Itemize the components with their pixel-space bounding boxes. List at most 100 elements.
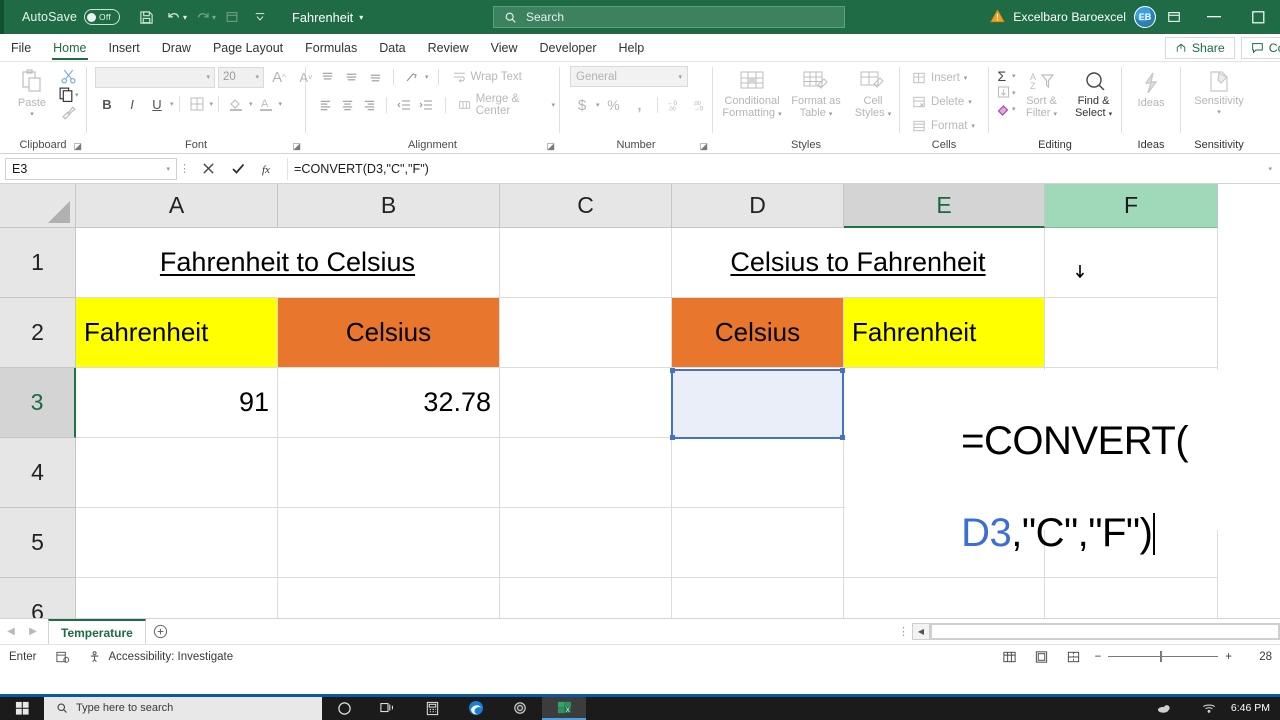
horizontal-scrollbar-thumb[interactable] (931, 624, 1279, 639)
cell-editor-e3[interactable]: =CONVERT( D3,"C","F") (845, 370, 1270, 555)
task-view-icon[interactable] (366, 696, 410, 720)
row-header-4[interactable]: 4 (0, 438, 76, 508)
zoom-level-label[interactable]: 28 (1242, 651, 1272, 663)
calculator-icon[interactable] (410, 696, 454, 720)
italic-button[interactable]: I (120, 93, 144, 115)
cell-f2[interactable] (1045, 298, 1218, 368)
ribbon-display-options-icon[interactable] (1156, 0, 1192, 34)
cell-b2[interactable]: Celsius (278, 298, 500, 368)
scroll-left-button[interactable]: ◀ (912, 623, 930, 640)
name-box-caret[interactable]: ▾ (166, 165, 170, 173)
cell-d6[interactable] (672, 578, 844, 618)
cell-d2[interactable]: Celsius (672, 298, 844, 368)
select-all-corner[interactable] (0, 184, 76, 228)
column-header-f[interactable]: F (1045, 184, 1218, 228)
cell-f1[interactable] (1045, 228, 1218, 298)
accessibility-status[interactable]: Accessibility: Investigate (79, 650, 243, 664)
maximize-icon[interactable] (1236, 0, 1280, 34)
network-icon[interactable] (1187, 696, 1231, 720)
zoom-out-button[interactable]: − (1095, 651, 1102, 663)
autosave-control[interactable]: AutoSave Off (22, 9, 121, 25)
edge-browser-icon[interactable] (454, 696, 498, 720)
previous-sheet-icon[interactable]: ◀ (0, 626, 22, 637)
windows-start-icon[interactable] (0, 701, 44, 716)
cell-a4[interactable] (76, 438, 278, 508)
tab-review[interactable]: Review (417, 35, 480, 61)
document-title-caret[interactable]: ▾ (359, 13, 363, 22)
minimize-icon[interactable] (1192, 0, 1236, 34)
confirm-check-icon[interactable] (223, 157, 253, 181)
cortana-icon[interactable] (322, 696, 366, 720)
font-dialog-launcher[interactable]: ◪ (292, 139, 301, 153)
formula-input[interactable]: =CONVERT(D3,"C","F") (287, 157, 1262, 180)
font-size-caret[interactable]: ▾ (255, 73, 259, 81)
column-header-e[interactable]: E (844, 184, 1045, 228)
copy-button[interactable]: ▾ (58, 86, 79, 103)
record-macro-icon[interactable] (46, 650, 79, 664)
cell-c3[interactable] (500, 368, 672, 438)
cell-f6[interactable] (1045, 578, 1218, 618)
warning-icon[interactable] (990, 8, 1005, 26)
autosum-button[interactable]: Σ ▾ (995, 68, 1016, 84)
column-header-c[interactable]: C (500, 184, 672, 228)
cell-a1[interactable]: Fahrenheit to Celsius (76, 228, 500, 298)
tab-draw[interactable]: Draw (151, 35, 202, 61)
cell-c1[interactable] (500, 228, 672, 298)
autosave-toggle[interactable]: Off (84, 9, 121, 25)
column-header-d[interactable]: D (672, 184, 844, 228)
weather-icon[interactable] (1143, 696, 1187, 720)
cell-d3[interactable] (672, 368, 844, 438)
tab-view[interactable]: View (480, 35, 529, 61)
cell-c5[interactable] (500, 508, 672, 578)
font-name-input[interactable]: ▾ (95, 66, 215, 88)
avatar[interactable]: EB (1134, 6, 1156, 28)
excel-app-icon[interactable]: X (542, 696, 586, 720)
underline-caret[interactable]: ▾ (170, 100, 174, 108)
comments-button[interactable]: Comment (1240, 37, 1280, 59)
cell-a3[interactable]: 91 (76, 368, 278, 438)
tab-file[interactable]: File (0, 35, 42, 61)
taskbar-clock[interactable]: 6:46 PM (1231, 702, 1280, 714)
tab-formulas[interactable]: Formulas (294, 35, 368, 61)
cell-b4[interactable] (278, 438, 500, 508)
cell-d5[interactable] (672, 508, 844, 578)
tab-page-layout[interactable]: Page Layout (202, 35, 294, 61)
find-select-button[interactable]: Find & Select ▾ (1068, 66, 1120, 121)
bold-button[interactable]: B (95, 93, 119, 115)
cell-b3[interactable]: 32.78 (278, 368, 500, 438)
tab-developer[interactable]: Developer (529, 35, 608, 61)
zoom-thumb[interactable] (1160, 651, 1163, 662)
tab-insert[interactable]: Insert (98, 35, 151, 61)
zoom-in-button[interactable]: + (1225, 651, 1232, 663)
share-button[interactable]: Share (1164, 37, 1235, 59)
cell-a6[interactable] (76, 578, 278, 618)
font-size-input[interactable]: 20 ▾ (218, 66, 264, 88)
horizontal-scrollbar[interactable] (930, 623, 1280, 640)
row-header-1[interactable]: 1 (0, 228, 76, 298)
cell-e2[interactable]: Fahrenheit (844, 298, 1045, 368)
cell-d1[interactable]: Celsius to Fahrenheit (672, 228, 1045, 298)
column-header-a[interactable]: A (76, 184, 278, 228)
document-title[interactable]: Fahrenheit ▾ (292, 10, 363, 25)
next-sheet-icon[interactable]: ▶ (22, 626, 44, 637)
column-header-b[interactable]: B (278, 184, 500, 228)
cell-a5[interactable] (76, 508, 278, 578)
zoom-track[interactable] (1108, 651, 1219, 662)
cell-a2[interactable]: Fahrenheit (76, 298, 278, 368)
cell-b5[interactable] (278, 508, 500, 578)
cell-c6[interactable] (500, 578, 672, 618)
clipboard-dialog-launcher[interactable]: ◪ (73, 139, 82, 153)
row-header-5[interactable]: 5 (0, 508, 76, 578)
tab-help[interactable]: Help (608, 35, 656, 61)
row-header-3[interactable]: 3 (0, 368, 76, 438)
underline-button[interactable]: U (145, 93, 169, 115)
customize-qat-icon[interactable] (246, 3, 274, 31)
page-break-view-icon[interactable] (1063, 648, 1085, 666)
alignment-dialog-launcher[interactable]: ◪ (546, 139, 555, 153)
search-input[interactable]: Search (493, 6, 845, 28)
undo-dropdown-caret[interactable]: ▾ (183, 13, 187, 22)
name-box[interactable]: E3 ▾ (5, 157, 177, 180)
camera-icon[interactable] (498, 696, 542, 720)
autosum-caret[interactable]: ▾ (1012, 72, 1016, 80)
insert-function-icon[interactable]: fx (253, 157, 283, 181)
